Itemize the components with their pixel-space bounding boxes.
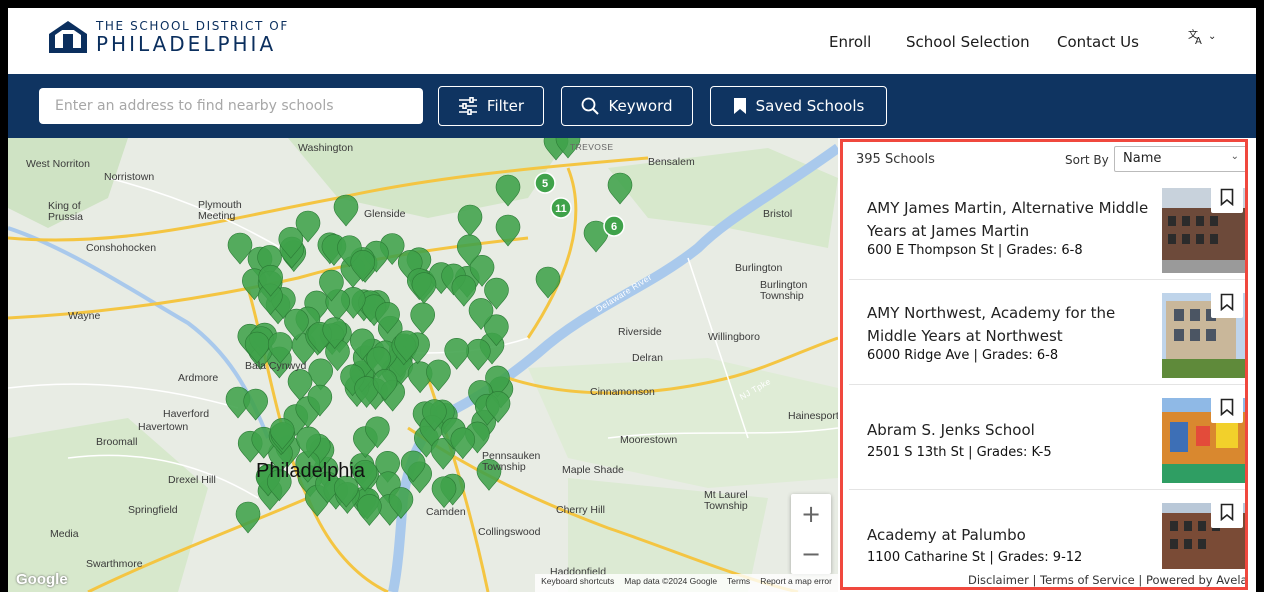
report-error-link[interactable]: Report a map error [760,576,832,590]
search-bar: Filter Keyword Saved Schools [8,74,1256,138]
bookmark-outline-icon [1220,188,1234,206]
map-label: Plymouth Meeting [198,199,242,222]
translate-icon: 文 A [1188,28,1202,45]
save-school-button[interactable] [1211,391,1243,423]
school-address: 600 E Thompson St | Grades: 6-8 [867,243,1083,258]
bookmark-outline-icon [1220,398,1234,416]
map-label: Moorestown [620,434,678,446]
map-label: Norristown [104,171,155,183]
filter-label: Filter [486,97,525,115]
map-label: Cinnamonson [590,386,655,398]
map-label: Maple Shade [562,464,624,476]
logo-line2: PHILADELPHIA [96,32,277,56]
map-label: Bristol [763,208,793,220]
map-label: Collingswood [478,526,541,538]
saved-schools-button[interactable]: Saved Schools [710,86,887,126]
sort-by-label: Sort By [1065,153,1109,167]
school-name[interactable]: Academy at Palumbo [867,524,1157,547]
map-label: Swarthmore [86,558,143,570]
map-label: Pennsauken Township [482,450,541,473]
keyboard-shortcuts-link[interactable]: Keyboard shortcuts [541,576,614,590]
chevron-down-icon: ⌄ [1230,151,1239,162]
map-label: Camden [426,506,466,518]
google-logo: Google [16,571,68,588]
schools-map[interactable]: 5 11 6 West Norriton Norristown King of … [8,138,838,592]
map-label: Wayne [68,310,101,322]
school-name[interactable]: AMY Northwest, Academy for the Middle Ye… [867,302,1157,348]
school-address: 1100 Catharine St | Grades: 9-12 [867,550,1083,565]
school-list-panel: 395 Schools Sort By Name ⌄ AMY James Mar… [840,139,1248,590]
map-base: 5 11 6 [8,138,838,592]
saved-schools-label: Saved Schools [755,97,865,115]
map-label: Washington [298,142,354,154]
nav-enroll[interactable]: Enroll [829,33,871,51]
bookmark-outline-icon [1220,293,1234,311]
nav-contact-us[interactable]: Contact Us [1057,33,1139,51]
map-label: West Norriton [26,158,90,170]
chevron-down-icon: ⌄ [1208,31,1217,42]
map-label: Bala Cynwyd [245,360,307,372]
save-school-button[interactable] [1211,496,1243,528]
school-bell-logo-icon [49,21,87,53]
keyword-label: Keyword [608,97,673,115]
save-school-button[interactable] [1211,181,1243,213]
map-label: Cherry Hill [556,504,606,516]
zoom-in-button[interactable]: + [791,494,831,534]
bookmark-outline-icon [1220,503,1234,521]
cluster-count: 5 [542,178,548,190]
map-label: Ardmore [178,372,219,384]
search-icon [582,97,600,115]
map-label: Springfield [128,504,178,516]
zoom-out-button[interactable]: − [791,534,831,574]
map-label: Drexel Hill [168,474,216,486]
map-label: Glenside [364,208,406,220]
school-name[interactable]: AMY James Martin, Alternative Middle Yea… [867,197,1157,243]
map-label: Havertown [138,421,189,433]
map-label: Riverside [618,326,662,338]
school-address: 2501 S 13th St | Grades: K-5 [867,445,1052,460]
school-card[interactable]: AMY Northwest, Academy for the Middle Ye… [849,284,1245,385]
nav-school-selection[interactable]: School Selection [906,33,1030,51]
map-label: Hainesport [788,410,838,422]
map-label: Willingboro [708,331,760,343]
school-card[interactable]: Abram S. Jenks School 2501 S 13th St | G… [849,389,1245,490]
map-label: Burlington Township [760,279,808,302]
map-label: Media [50,528,79,540]
map-label: Conshohocken [86,242,157,254]
zoom-control: + − [791,494,831,574]
map-label: Broomall [96,436,138,448]
school-name[interactable]: Abram S. Jenks School [867,419,1157,442]
save-school-button[interactable] [1211,286,1243,318]
keyword-button[interactable]: Keyword [561,86,693,126]
sliders-icon [458,97,477,115]
sort-value: Name [1123,151,1162,166]
map-data-text: Map data ©2024 Google [624,576,718,586]
map-label: Mt Laurel Township [704,489,748,512]
map-label-city: Philadelphia [256,460,365,482]
map-label: Delran [632,352,663,364]
bookmark-icon [733,98,746,114]
page: THE SCHOOL DISTRICT OF PHILADELPHIA Enro… [8,8,1256,592]
sort-select[interactable]: Name ⌄ [1114,146,1245,172]
district-logo[interactable]: THE SCHOOL DISTRICT OF PHILADELPHIA [48,20,289,54]
school-card[interactable]: AMY James Martin, Alternative Middle Yea… [849,179,1245,280]
school-count: 395 Schools [856,152,935,167]
filter-button[interactable]: Filter [438,86,544,126]
top-navigation: THE SCHOOL DISTRICT OF PHILADELPHIA Enro… [8,8,1256,74]
cluster-count: 6 [611,221,617,233]
language-selector[interactable]: 文 A ⌄ [1188,28,1216,45]
map-label: Burlington [735,262,783,274]
map-label: Bensalem [648,156,695,168]
school-address: 6000 Ridge Ave | Grades: 6-8 [867,348,1059,363]
address-search-input[interactable] [39,88,423,124]
logo-line1: THE SCHOOL DISTRICT OF [96,19,289,33]
map-label: TREVOSE [570,142,614,152]
map-label: Haverford [163,408,210,420]
panel-footer-links[interactable]: Disclaimer | Terms of Service | Powered … [968,573,1245,587]
svg-text:A: A [1195,36,1202,45]
cluster-count: 11 [555,203,567,215]
terms-link[interactable]: Terms [727,576,750,590]
map-attribution: Keyboard shortcuts Map data ©2024 Google… [535,574,838,592]
map-label: King of Prussia [48,200,84,223]
